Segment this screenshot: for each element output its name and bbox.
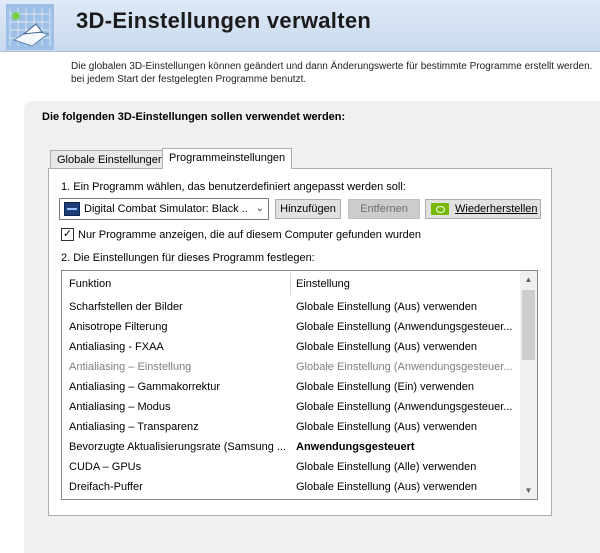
cell-funktion: Antialiasing - FXAA bbox=[69, 341, 164, 353]
step1-label: 1. Ein Programm wählen, das benutzerdefi… bbox=[61, 181, 406, 193]
table-row[interactable]: Dreifach-Puffer Globale Einstellung (Aus… bbox=[62, 477, 520, 497]
scrollbar-thumb[interactable] bbox=[522, 290, 535, 360]
table-row[interactable]: Antialiasing – Transparenz Globale Einst… bbox=[62, 417, 520, 437]
checkbox-label: Nur Programme anzeigen, die auf diesem C… bbox=[78, 229, 422, 241]
cell-funktion: CUDA – GPUs bbox=[69, 461, 142, 473]
table-row[interactable]: Antialiasing - FXAA Globale Einstellung … bbox=[62, 337, 520, 357]
table-scrollbar[interactable]: ▲ ▼ bbox=[520, 271, 537, 499]
cell-funktion: Antialiasing – Gammakorrektur bbox=[69, 381, 221, 393]
cell-funktion: Antialiasing – Transparenz bbox=[69, 421, 199, 433]
cell-einstellung: Globale Einstellung (Ein) verwenden bbox=[296, 381, 474, 393]
remove-program-button[interactable]: Entfernen bbox=[348, 199, 420, 219]
cell-einstellung: Globale Einstellung (Anwendungsgesteuer.… bbox=[296, 361, 513, 373]
table-row[interactable]: Anisotrope Filterung Globale Einstellung… bbox=[62, 317, 520, 337]
nvidia-icon bbox=[431, 203, 449, 215]
cell-einstellung: Globale Einstellung (Aus) verwenden bbox=[296, 421, 477, 433]
cell-funktion: Antialiasing – Modus bbox=[69, 401, 171, 413]
chevron-down-icon: ⌄ bbox=[255, 203, 264, 214]
table-row[interactable]: CUDA – GPUs Globale Einstellung (Alle) v… bbox=[62, 457, 520, 477]
cell-funktion: Bevorzugte Aktualisierungsrate (Samsung … bbox=[69, 441, 287, 453]
table-header: Funktion Einstellung bbox=[62, 271, 520, 297]
program-select[interactable]: Digital Combat Simulator: Black ... ⌄ bbox=[59, 198, 269, 220]
show-found-programs-checkbox[interactable]: ✓ bbox=[61, 228, 74, 241]
cell-funktion: Anisotrope Filterung bbox=[69, 321, 168, 333]
restore-button-label: Wiederherstellen bbox=[455, 203, 538, 215]
table-row[interactable]: Antialiasing – Einstellung Globale Einst… bbox=[62, 357, 520, 377]
settings-table: Funktion Einstellung Scharfstellen der B… bbox=[61, 270, 538, 500]
tab-content-layer: 1. Ein Programm wählen, das benutzerdefi… bbox=[0, 0, 600, 553]
cell-einstellung: Globale Einstellung (Aus) verwenden bbox=[296, 481, 477, 493]
column-header-einstellung[interactable]: Einstellung bbox=[296, 278, 350, 290]
cell-funktion: Scharfstellen der Bilder bbox=[69, 301, 183, 313]
scroll-down-arrow-icon[interactable]: ▼ bbox=[520, 482, 537, 499]
program-select-value: Digital Combat Simulator: Black ... bbox=[84, 203, 248, 215]
cell-einstellung: Anwendungsgesteuert bbox=[296, 441, 415, 453]
column-divider[interactable] bbox=[290, 273, 291, 295]
cell-einstellung: Globale Einstellung (Anwendungsgesteuer.… bbox=[296, 401, 513, 413]
add-program-button[interactable]: Hinzufügen bbox=[275, 199, 341, 219]
table-row[interactable]: Antialiasing – Modus Globale Einstellung… bbox=[62, 397, 520, 417]
cell-einstellung: Globale Einstellung (Anwendungsgesteuer.… bbox=[296, 321, 513, 333]
cell-einstellung: Globale Einstellung (Aus) verwenden bbox=[296, 341, 477, 353]
step2-label: 2. Die Einstellungen für dieses Programm… bbox=[61, 252, 315, 264]
cell-funktion: Dreifach-Puffer bbox=[69, 481, 143, 493]
column-header-funktion[interactable]: Funktion bbox=[69, 278, 111, 290]
restore-button[interactable]: Wiederherstellen bbox=[425, 199, 541, 219]
program-logo-icon bbox=[64, 202, 80, 216]
cell-einstellung: Globale Einstellung (Alle) verwenden bbox=[296, 461, 477, 473]
cell-funktion: Antialiasing – Einstellung bbox=[69, 361, 192, 373]
cell-einstellung: Globale Einstellung (Aus) verwenden bbox=[296, 301, 477, 313]
table-row[interactable]: Scharfstellen der Bilder Globale Einstel… bbox=[62, 297, 520, 317]
table-row[interactable]: Bevorzugte Aktualisierungsrate (Samsung … bbox=[62, 437, 520, 457]
table-row[interactable]: Antialiasing – Gammakorrektur Globale Ei… bbox=[62, 377, 520, 397]
scroll-up-arrow-icon[interactable]: ▲ bbox=[520, 271, 537, 288]
